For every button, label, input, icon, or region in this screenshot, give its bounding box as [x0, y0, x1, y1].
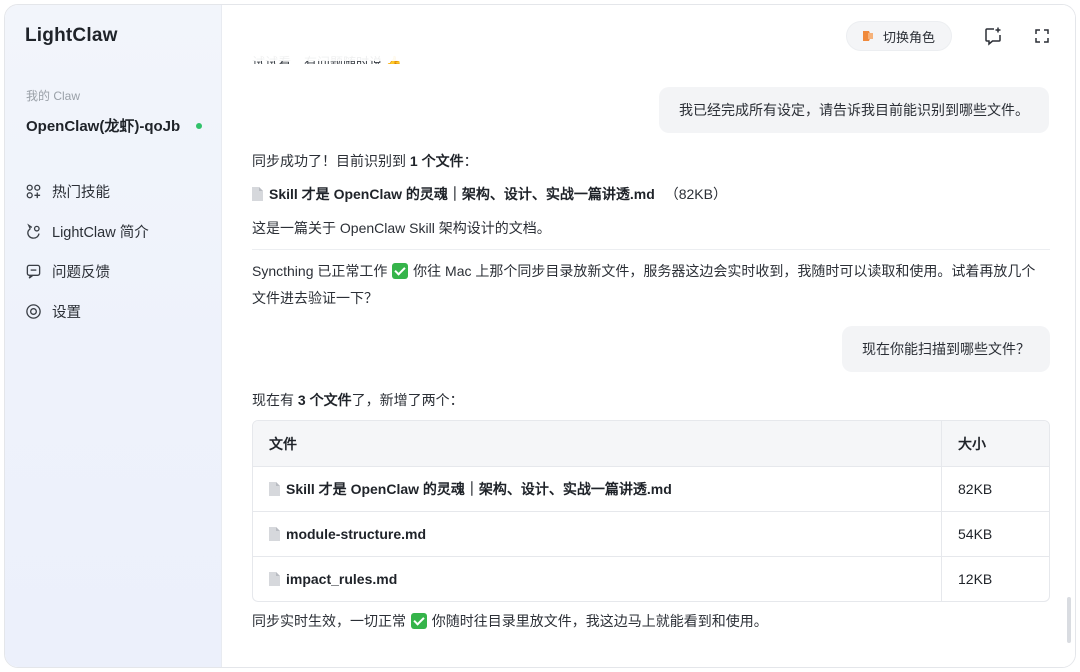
table-header-size: 大小 [958, 435, 986, 452]
sparkle-grid-icon [26, 184, 41, 198]
document-icon [252, 187, 263, 201]
sidebar-item-label: LightClaw 简介 [52, 224, 149, 241]
message-divider [252, 249, 1050, 250]
sidebar-item-feedback[interactable]: 问题反馈 [25, 251, 149, 291]
sidebar-item-popular-skills[interactable]: 热门技能 [25, 171, 149, 211]
my-claw-section-label: 我的 Claw [26, 89, 81, 103]
reply-text: ： [463, 153, 478, 169]
assistant-message-line: Syncthing 已正常工作 你往 Mac 上那个同步目录放新文件，服务器这边… [252, 259, 1035, 283]
reply-text: 现在有 [252, 392, 298, 408]
sidebar-item-lightclaw-intro[interactable]: LightClaw 简介 [25, 211, 149, 251]
chat-scrollbar[interactable] [1067, 597, 1071, 643]
fullscreen-button[interactable] [1031, 25, 1053, 47]
user-message-text: 我已经完成所有设定，请告诉我目前能识别到哪些文件。 [679, 102, 1029, 118]
file-name: impact_rules.md [286, 571, 398, 587]
app-window: LightClaw 我的 Claw OpenClaw(龙虾)-qoJb 热门技能 [4, 4, 1076, 668]
user-message-bubble: 现在你能扫描到哪些文件？ [842, 326, 1050, 372]
files-table: 文件 大小 Skill 才是 OpenClaw 的灵魂｜架构、设计、实战一篇讲透… [252, 420, 1050, 602]
file-name: Skill 才是 OpenClaw 的灵魂｜架构、设计、实战一篇讲透.md [269, 186, 655, 202]
reply-text: 同步实时生效，一切正常 [252, 613, 406, 629]
table-header-file: 文件 [253, 421, 942, 466]
assistant-message-line: 这是一篇关于 OpenClaw Skill 架构设计的文档。 [252, 220, 551, 236]
sidebar-item-label: 问题反馈 [52, 264, 110, 281]
new-chat-icon [985, 27, 1001, 46]
document-icon [269, 527, 280, 541]
user-message-bubble: 我已经完成所有设定，请告诉我目前能识别到哪些文件。 [659, 87, 1049, 133]
table-cell-file: Skill 才是 OpenClaw 的灵魂｜架构、设计、实战一篇讲透.md [253, 467, 942, 511]
table-cell-size: 54KB [958, 526, 993, 542]
assistant-message-line: 同步实时生效，一切正常 你随时往目录里放文件，我这边马上就能看到和使用。 [252, 609, 768, 633]
reply-text: 你随时往目录里放文件，我这边马上就能看到和使用。 [431, 613, 768, 629]
assistant-message-line: 现在有 3 个文件了，新增了两个： [252, 388, 464, 412]
sidebar-item-label: 热门技能 [52, 184, 110, 201]
file-size: （82KB） [664, 186, 727, 202]
role-switch-icon [863, 31, 873, 41]
assistant-message-line: 文件进去验证一下？ [252, 290, 378, 306]
table-row: Skill 才是 OpenClaw 的灵魂｜架构、设计、实战一篇讲透.md 82… [253, 466, 1049, 511]
reply-text: 你往 Mac 上那个同步目录放新文件，服务器这边会实时收到，我随时可以读取和使用… [413, 263, 1036, 279]
fullscreen-icon [1035, 29, 1049, 43]
document-icon [269, 572, 280, 586]
top-toolbar: 切换角色 [222, 5, 1075, 61]
table-cell-file: module-structure.md [253, 512, 942, 556]
table-cell-file: impact_rules.md [253, 557, 942, 601]
app-logo: LightClaw [25, 25, 118, 46]
claw-icon [27, 222, 40, 239]
table-header-row: 文件 大小 [253, 421, 1049, 466]
file-name: module-structure.md [286, 526, 427, 542]
document-icon [269, 482, 280, 496]
reply-bold-count: 1 个文件 [409, 153, 464, 169]
current-agent[interactable]: OpenClaw(龙虾)-qoJb [26, 115, 203, 136]
check-mark-icon [392, 263, 409, 279]
new-chat-button[interactable] [982, 25, 1004, 47]
file-entry-line: Skill 才是 OpenClaw 的灵魂｜架构、设计、实战一篇讲透.md （8… [252, 182, 727, 206]
feedback-chat-icon [26, 264, 41, 279]
file-name: Skill 才是 OpenClaw 的灵魂｜架构、设计、实战一篇讲透.md [286, 481, 672, 497]
online-status-dot [196, 122, 203, 129]
sidebar-item-label: 设置 [52, 304, 81, 321]
sidebar-item-settings[interactable]: 设置 [25, 291, 149, 331]
agent-name: OpenClaw(龙虾)-qoJb [26, 118, 181, 135]
table-cell-size: 12KB [958, 571, 993, 587]
sidebar: LightClaw 我的 Claw OpenClaw(龙虾)-qoJb 热门技能 [5, 5, 222, 667]
check-mark-icon [410, 613, 427, 629]
reply-text: Syncthing 已正常工作 [252, 263, 388, 279]
user-message-text: 现在你能扫描到哪些文件？ [862, 341, 1030, 357]
switch-role-button[interactable]: 切换角色 [846, 21, 953, 51]
settings-gear-icon [26, 303, 41, 319]
reply-bold-count: 3 个文件 [297, 392, 352, 408]
sidebar-nav: 热门技能 LightClaw 简介 问题反馈 设置 [25, 171, 149, 331]
chat-main: 试试看，有问题随时说 👍 切换角色 [222, 5, 1075, 667]
table-row: module-structure.md 54KB [253, 511, 1049, 556]
assistant-message-line: 同步成功了！目前识别到 1 个文件： [252, 149, 478, 173]
switch-role-label: 切换角色 [883, 29, 936, 45]
table-cell-size: 82KB [958, 481, 993, 497]
reply-text: 了，新增了两个： [351, 392, 464, 408]
reply-text: 同步成功了！目前识别到 [252, 153, 410, 169]
table-row: impact_rules.md 12KB [253, 556, 1049, 601]
